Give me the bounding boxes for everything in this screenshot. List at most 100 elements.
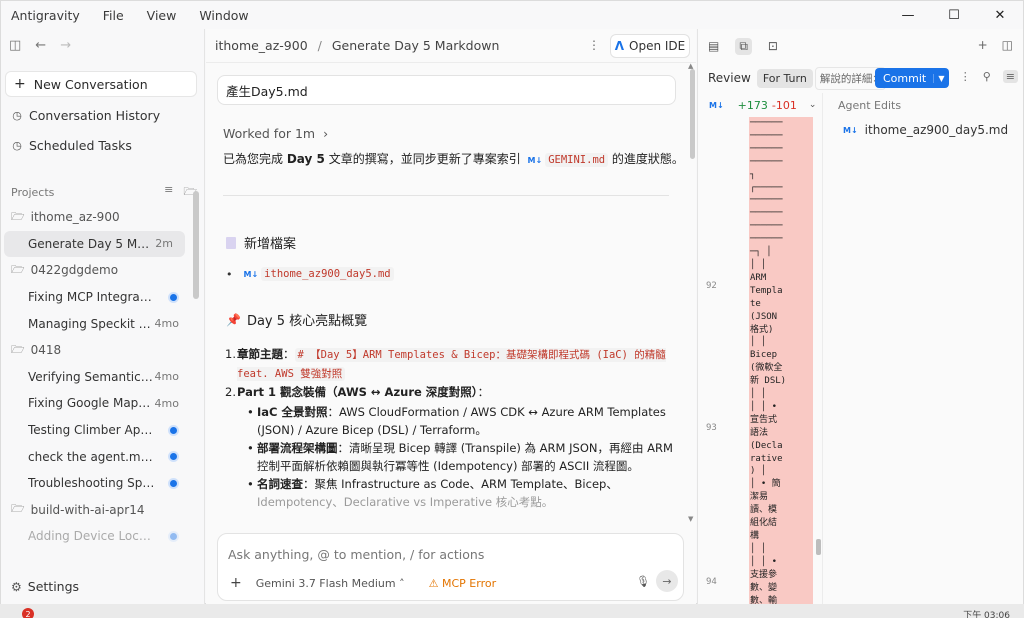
conversation-title: Verifying Semantic K... (28, 369, 156, 384)
conversation-item[interactable]: check the agent.md da... (1, 443, 191, 470)
breadcrumb-title: Generate Day 5 Markdown (331, 38, 500, 53)
review-label: Review (708, 71, 751, 85)
sidebar-scrollbar[interactable] (193, 191, 199, 299)
project-folder[interactable]: 🗁 build-with-ai-apr14 (1, 497, 191, 524)
composer-toolbar: + Gemini 3.7 Flash Medium ˄ ⚠ MCP Error (230, 575, 496, 591)
composer-input[interactable]: Ask anything, @ to mention, / for action… (228, 547, 484, 562)
add-attachment-icon[interactable]: + (230, 575, 242, 591)
clock-icon: ◷ (12, 139, 22, 152)
settings-link[interactable]: ⚙ Settings (11, 579, 79, 594)
conversation-item[interactable]: Testing Climber App Pr... (1, 417, 191, 444)
conversation-item[interactable]: Managing Speckit M... 4mo (1, 310, 191, 337)
conversation-title: Fixing Google Maps ... (28, 396, 156, 411)
bullet: • (226, 267, 233, 281)
maximize-button[interactable]: ☐ (931, 1, 977, 29)
toggle-sidebar-icon[interactable]: ◫ (9, 38, 21, 53)
worked-for-toggle[interactable]: Worked for 1m › (223, 126, 328, 141)
diff-content: ────── ────── ────── ────── ┐ ┌───── ───… (750, 118, 787, 605)
panel-layout-icon[interactable]: ◫ (1002, 38, 1013, 52)
search-icon[interactable]: ⚲ (983, 70, 991, 83)
conversation-item[interactable]: Adding Device Locatio... (1, 523, 191, 550)
send-button[interactable]: → (656, 570, 678, 592)
sub-colon: ： (337, 441, 350, 455)
scheduled-tasks-label: Scheduled Tasks (29, 138, 132, 153)
close-button[interactable]: ✕ (977, 1, 1023, 29)
file-link-gemini[interactable]: GEMINI.md (545, 153, 609, 167)
highlights-list: 1. 章節主題： # 【Day 5】ARM Templates & Bicep：基… (225, 345, 677, 511)
menu-window[interactable]: Window (199, 8, 248, 23)
project-folder[interactable]: 🗁 0418 (1, 337, 191, 364)
list-view-icon[interactable]: ≡ (1002, 70, 1018, 83)
app-name: Antigravity (11, 7, 80, 23)
worked-for-label: Worked for 1m (223, 126, 316, 141)
minimize-button[interactable]: — (885, 1, 931, 29)
diff-scrollbar[interactable] (816, 539, 821, 555)
sub-text: 聚焦 Infrastructure as Code、ARM Template、B… (314, 477, 618, 491)
markdown-file-icon: M↓ (527, 156, 543, 165)
conversation-item[interactable]: Fixing MCP Integration... (1, 284, 191, 311)
project-folder[interactable]: 🗁 ithome_az-900 (1, 204, 191, 231)
running-indicator-icon (170, 426, 177, 434)
more-vertical-icon[interactable]: ⋮ (960, 70, 971, 83)
menu-view[interactable]: View (147, 8, 177, 23)
conversation-age: 2m (155, 237, 173, 251)
conversation-item[interactable]: Generate Day 5 Markd... 2m (4, 230, 185, 258)
terminal-icon[interactable]: ⊡ (768, 39, 778, 53)
notification-badge[interactable]: 2 (22, 608, 34, 618)
folder-label: 0418 (30, 343, 62, 358)
edited-file-name: ithome_az900_day5.md (864, 123, 1009, 137)
conversation-history-link[interactable]: ◷ Conversation History (11, 108, 160, 123)
edited-file-item[interactable]: M↓ ithome_az900_day5.md (840, 123, 1008, 137)
day5-heading: 📌 Day 5 核心亮點概覽 (226, 310, 368, 330)
running-indicator-icon (170, 479, 177, 487)
running-indicator-icon (170, 453, 177, 461)
copy-view-icon[interactable]: ⧉ (735, 37, 752, 55)
conversation-item[interactable]: Verifying Semantic K... 4mo (1, 364, 191, 391)
conversation-item[interactable]: Troubleshooting Specif... (1, 470, 191, 497)
sub-list-item: • 名詞速查：聚焦 Infrastructure as Code、ARM Tem… (225, 475, 677, 511)
review-tools: ⋮ ⚲ ≡ (960, 70, 1018, 83)
breadcrumb-project[interactable]: ithome_az-900 (215, 38, 308, 53)
project-folder[interactable]: 🗁 0422gdgdemo (1, 257, 191, 284)
chevron-down-icon[interactable]: ▼ (933, 73, 949, 83)
tab-for-turn[interactable]: For Turn (756, 68, 813, 88)
day5-heading-text: Day 5 核心亮點概覽 (246, 314, 368, 329)
new-conversation-button[interactable]: + New Conversation (5, 71, 197, 97)
scheduled-tasks-link[interactable]: ◷ Scheduled Tasks (11, 138, 132, 153)
forward-arrow-icon[interactable]: → (60, 38, 71, 53)
mcp-error-indicator[interactable]: ⚠ MCP Error (429, 577, 497, 590)
message-composer[interactable]: Ask anything, @ to mention, / for action… (217, 533, 684, 601)
open-ide-label: Open IDE (629, 39, 686, 53)
model-selector[interactable]: Gemini 3.7 Flash Medium ˄ (256, 577, 405, 590)
taskbar-clock: 下午 03:06 (963, 611, 1010, 618)
back-arrow-icon[interactable]: ← (35, 38, 46, 53)
conversation-item[interactable]: Fixing Google Maps ... 4mo (1, 390, 191, 417)
bullet: • (247, 441, 254, 455)
document-view-icon[interactable]: ▤ (708, 39, 719, 53)
filter-icon[interactable]: ≡ (164, 183, 173, 202)
diff-header[interactable]: M↓ +173 -101 ⌄ (698, 93, 822, 117)
more-vertical-icon[interactable]: ⋮ (588, 38, 600, 52)
plus-icon[interactable]: + (978, 38, 988, 52)
point-label: Part 1 觀念裝備（AWS ↔ Azure 深度對照） (237, 385, 478, 399)
taskbar: 2 下午 03:06 (0, 604, 1024, 618)
sub-list-item: • 部署流程架構圖：清晰呈現 Bicep 轉譯 (Transpile) 為 AR… (225, 439, 677, 475)
agent-edits-label: Agent Edits (838, 99, 902, 112)
conversation-history-label: Conversation History (29, 108, 161, 123)
chevron-down-icon[interactable]: ⌄ (809, 100, 817, 110)
commit-button[interactable]: Commit ▼ (875, 68, 949, 88)
conversation-scrollbar[interactable] (690, 69, 695, 159)
scroll-down-arrow-icon[interactable]: ▼ (688, 515, 693, 523)
open-ide-button[interactable]: Λ Open IDE (610, 34, 690, 58)
file-link-day5[interactable]: ithome_az900_day5.md (261, 267, 394, 281)
review-panel: ▤ ⧉ ⊡ + ◫ Review For Turn 解說的詳細× Commit … (697, 29, 1023, 605)
microphone-icon[interactable]: 🎙 (636, 575, 650, 588)
menu-file[interactable]: File (103, 8, 124, 23)
folder-label: 0422gdgdemo (30, 263, 119, 278)
chevron-up-icon: ˄ (399, 576, 405, 590)
sub-label: 部署流程架構圖 (257, 441, 338, 455)
conversation-title: Fixing MCP Integration... (28, 290, 156, 305)
menu-bar: Antigravity File View Window (1, 8, 272, 23)
summary-text: 已為您完成 (223, 152, 287, 166)
sub-colon: ： (327, 405, 339, 419)
